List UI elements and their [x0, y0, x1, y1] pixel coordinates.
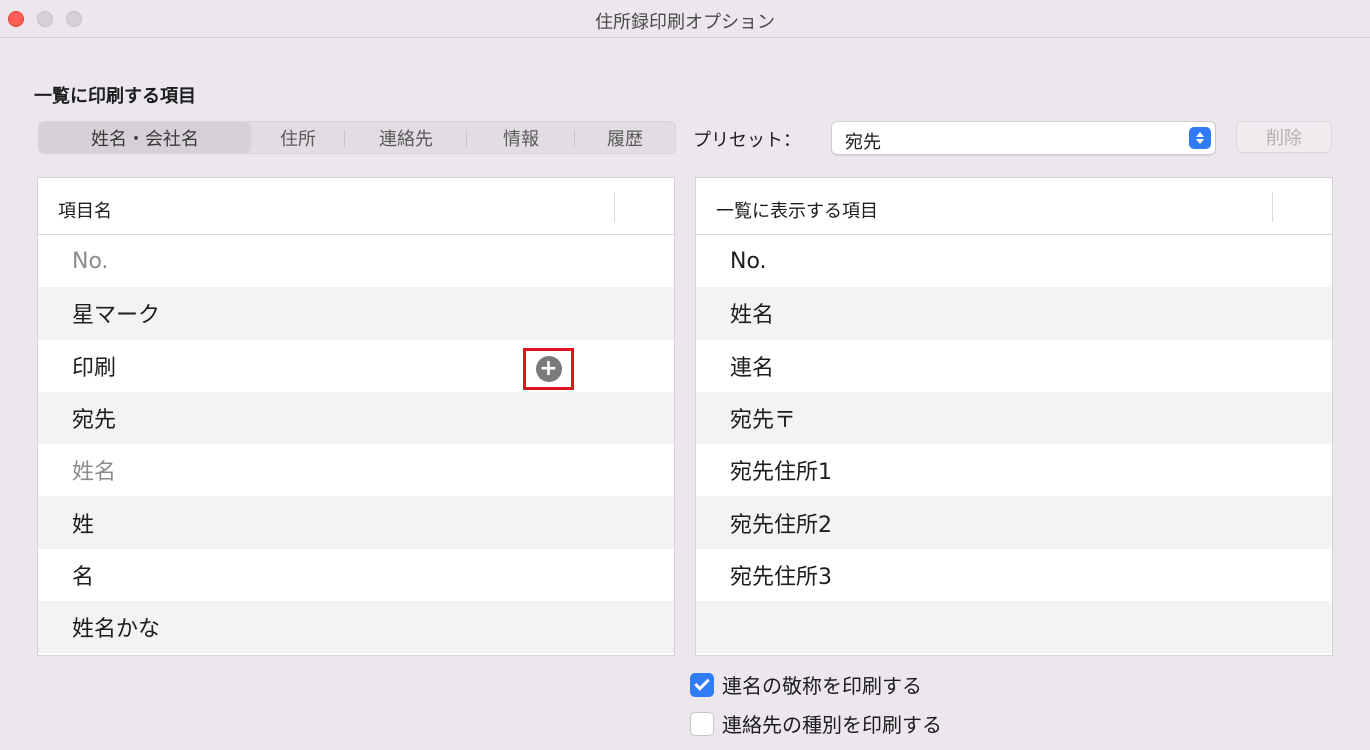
- tab-label: 情報: [503, 128, 539, 150]
- tab-label: 姓名・会社名: [91, 128, 199, 150]
- tab-info[interactable]: 情報: [467, 122, 575, 153]
- add-item-button[interactable]: +: [523, 347, 574, 390]
- list-item[interactable]: 星マーク: [38, 287, 674, 340]
- column-divider[interactable]: [614, 192, 615, 222]
- list-item-label: 宛先住所2: [730, 512, 832, 538]
- list-item-label: 宛先住所1: [730, 460, 832, 486]
- tab-name-company[interactable]: 姓名・会社名: [39, 122, 251, 153]
- list-item[interactable]: No.: [38, 235, 674, 287]
- tab-label: 履歴: [607, 128, 643, 150]
- list-item-label: 宛先: [72, 408, 117, 434]
- list-header: 項目名: [38, 178, 674, 235]
- column-divider[interactable]: [1272, 192, 1273, 222]
- list-item-label: 星マーク: [72, 303, 161, 329]
- category-tabs: 姓名・会社名 住所 連絡先 情報 履歴: [38, 121, 676, 154]
- list-item[interactable]: 姓名: [38, 444, 674, 496]
- print-contact-type-checkbox[interactable]: [690, 711, 714, 736]
- list-item-label: 宛先住所3: [730, 564, 832, 590]
- list-item[interactable]: 連名: [696, 340, 1332, 392]
- list-item[interactable]: 宛先: [38, 391, 674, 445]
- list-item-label: 宛先〒: [730, 408, 797, 434]
- list-item[interactable]: 宛先〒: [696, 391, 1332, 445]
- checkbox-label[interactable]: 連名の敬称を印刷する: [722, 670, 922, 699]
- column-header-display-items: 一覧に表示する項目: [716, 201, 878, 222]
- list-item-label: 姓名: [730, 303, 775, 329]
- list-item-label: No.: [72, 248, 109, 274]
- tab-history[interactable]: 履歴: [575, 122, 675, 153]
- tab-address[interactable]: 住所: [251, 122, 345, 153]
- preset-value: 宛先: [845, 132, 881, 153]
- print-joint-honorific-option[interactable]: 連名の敬称を印刷する: [690, 670, 922, 699]
- list-item[interactable]: 名: [38, 549, 674, 601]
- list-item[interactable]: 姓: [38, 496, 674, 549]
- column-header-item-name: 項目名: [58, 201, 112, 222]
- list-item[interactable]: 宛先住所1: [696, 444, 1332, 496]
- list-item-label: No.: [730, 248, 767, 274]
- list-item-label: 名: [72, 564, 95, 590]
- list-item-label: 姓名: [72, 460, 117, 486]
- checkmark-icon: [694, 675, 710, 691]
- selected-items-list: 一覧に表示する項目 No. 姓名 連名 宛先〒 宛先住所1 宛先住所2 宛先住所…: [695, 177, 1333, 656]
- tab-label: 連絡先: [379, 128, 433, 150]
- list-item[interactable]: 印刷 +: [38, 340, 674, 392]
- list-item-label: 姓: [72, 512, 95, 538]
- list-item[interactable]: No.: [696, 235, 1332, 287]
- preset-select[interactable]: 宛先: [831, 121, 1216, 155]
- checkbox-label[interactable]: 連絡先の種別を印刷する: [722, 709, 942, 738]
- print-joint-honorific-checkbox[interactable]: [690, 672, 714, 697]
- preset-label: プリセット：: [693, 130, 801, 151]
- chevron-up-down-icon: [1189, 127, 1211, 149]
- window-title: 住所録印刷オプション: [595, 12, 775, 33]
- list-item-label: 印刷: [72, 355, 117, 381]
- title-bar: 住所録印刷オプション: [0, 0, 1370, 38]
- delete-preset-button[interactable]: 削除: [1236, 121, 1332, 153]
- list-item[interactable]: 姓名: [696, 287, 1332, 340]
- list-item[interactable]: 宛先住所3: [696, 549, 1332, 601]
- section-heading: 一覧に印刷する項目: [34, 86, 196, 107]
- available-items-list: 項目名 No. 星マーク 印刷 + 宛先 姓名 姓 名 姓名かな: [37, 177, 675, 656]
- list-item[interactable]: 姓名かな: [38, 601, 674, 654]
- list-item-empty: [696, 601, 1332, 654]
- list-item-label: 姓名かな: [72, 617, 161, 643]
- list-item[interactable]: 宛先住所2: [696, 496, 1332, 549]
- tab-contact[interactable]: 連絡先: [345, 122, 467, 153]
- list-header: 一覧に表示する項目: [696, 178, 1332, 235]
- list-item-label: 連名: [730, 355, 775, 381]
- plus-circle-icon: +: [535, 355, 562, 382]
- tab-label: 住所: [280, 128, 316, 150]
- print-contact-type-option[interactable]: 連絡先の種別を印刷する: [690, 709, 942, 738]
